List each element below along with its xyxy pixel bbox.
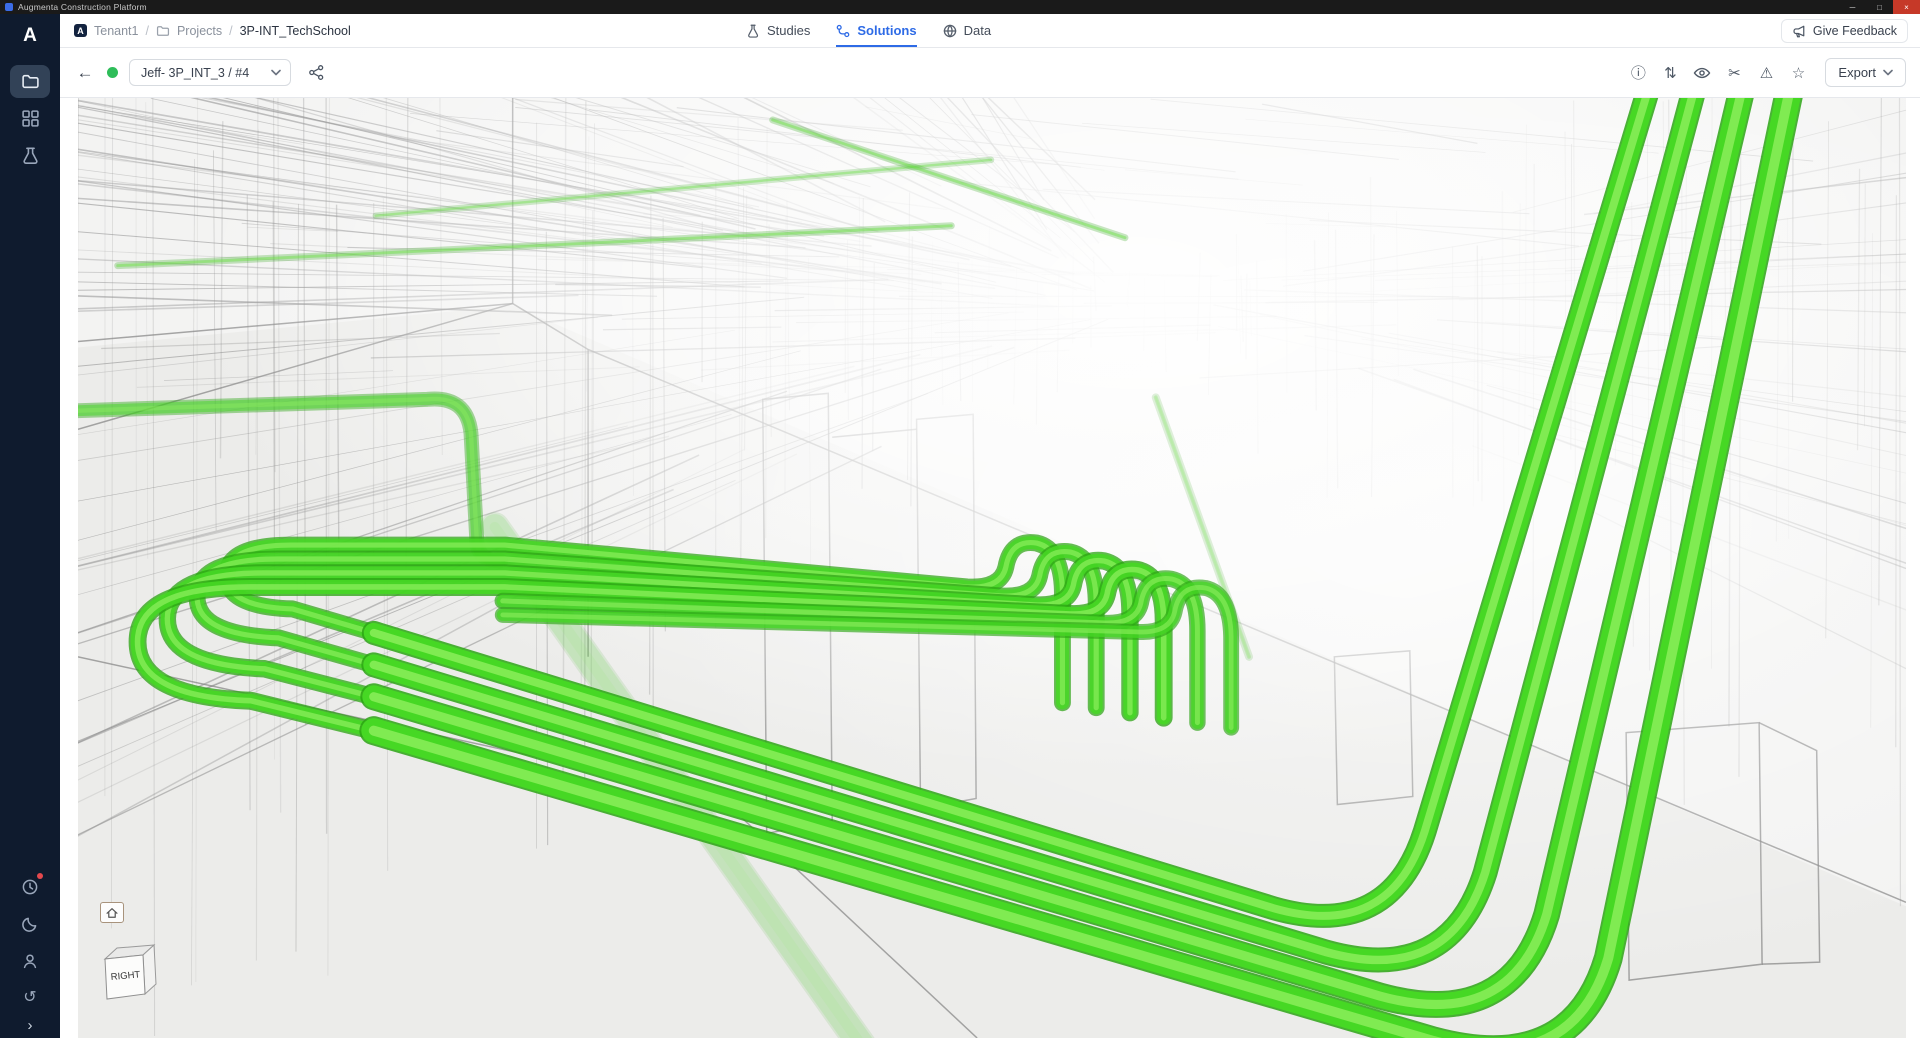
app-window: Augmenta Construction Platform ─ □ × A <box>0 0 1920 1038</box>
issues-button[interactable]: ⚠ <box>1753 60 1779 86</box>
solution-toolbar: ← Jeff- 3P_INT_3 / #4 ⓘ ⇅ <box>60 48 1920 98</box>
solution-selector[interactable]: Jeff- 3P_INT_3 / #4 <box>129 59 291 86</box>
chevron-down-icon <box>271 69 281 76</box>
share-icon <box>308 64 325 81</box>
folder-icon <box>21 72 40 91</box>
window-title: Augmenta Construction Platform <box>18 2 147 12</box>
visibility-button[interactable] <box>1689 60 1715 86</box>
moon-icon <box>21 915 39 933</box>
center-tabs: Studies Solutions Data <box>746 14 991 47</box>
home-icon <box>105 906 119 919</box>
tab-studies[interactable]: Studies <box>746 14 810 47</box>
flask-icon <box>21 146 40 165</box>
export-label: Export <box>1838 65 1876 80</box>
solution-status-dot <box>107 67 118 78</box>
navigation-cube[interactable]: RIGHT <box>96 942 162 1002</box>
info-button[interactable]: ⓘ <box>1625 60 1651 86</box>
breadcrumb-projects[interactable]: Projects <box>177 24 222 38</box>
share-button[interactable] <box>308 64 325 81</box>
section-cut-button[interactable]: ✂ <box>1721 60 1747 86</box>
sidebar-expand-chevron[interactable]: › <box>0 1016 60 1034</box>
data-icon <box>943 24 957 38</box>
3d-viewport[interactable]: RIGHT <box>78 98 1906 1038</box>
home-view-button[interactable] <box>100 902 124 923</box>
brand-logo: A <box>23 21 37 51</box>
breadcrumb-tenant[interactable]: Tenant1 <box>94 24 138 38</box>
compare-button[interactable]: ⇅ <box>1657 60 1683 86</box>
tab-solutions-label: Solutions <box>857 23 916 38</box>
notification-badge <box>37 873 43 879</box>
grid-icon <box>21 109 40 128</box>
sidebar-item-account[interactable] <box>10 944 50 977</box>
tenant-logo-icon: A <box>74 24 87 37</box>
tab-data[interactable]: Data <box>943 14 991 47</box>
chevron-down-icon <box>1883 69 1893 76</box>
favorite-button[interactable]: ☆ <box>1785 60 1811 86</box>
sidebar: A <box>0 14 60 1038</box>
close-button[interactable]: × <box>1893 0 1920 14</box>
tab-data-label: Data <box>964 23 991 38</box>
megaphone-icon <box>1792 24 1806 38</box>
breadcrumb: A Tenant1 / Projects / 3P-INT_TechSchool <box>60 24 351 38</box>
studies-icon <box>746 24 760 38</box>
sidebar-item-history[interactable]: ↺ <box>10 981 50 1014</box>
maximize-button[interactable]: □ <box>1866 0 1893 14</box>
breadcrumb-separator: / <box>145 24 148 38</box>
minimize-button[interactable]: ─ <box>1839 0 1866 14</box>
tab-solutions[interactable]: Solutions <box>836 14 916 47</box>
model-scene <box>78 98 1906 1038</box>
export-button[interactable]: Export <box>1825 58 1906 87</box>
solution-name: Jeff- 3P_INT_3 / #4 <box>141 66 249 80</box>
clock-icon <box>21 878 39 896</box>
sidebar-item-projects[interactable] <box>10 65 50 98</box>
top-navigation: A Tenant1 / Projects / 3P-INT_TechSchool <box>60 14 1920 48</box>
solutions-icon <box>836 24 850 38</box>
sidebar-item-modules[interactable] <box>10 102 50 135</box>
folder-icon <box>156 24 170 38</box>
give-feedback-button[interactable]: Give Feedback <box>1781 19 1908 43</box>
breadcrumb-project-name[interactable]: 3P-INT_TechSchool <box>240 24 351 38</box>
history-icon: ↺ <box>23 990 36 1006</box>
viewer-tools: ⓘ ⇅ ✂ ⚠ ☆ Export <box>1625 58 1906 87</box>
viewport-container: RIGHT <box>60 98 1920 1038</box>
eye-icon <box>1693 64 1711 82</box>
user-icon <box>21 952 39 970</box>
back-button[interactable]: ← <box>74 63 96 83</box>
app-icon <box>5 3 13 11</box>
breadcrumb-separator: / <box>229 24 232 38</box>
window-controls: ─ □ × <box>1839 0 1920 14</box>
tab-studies-label: Studies <box>767 23 810 38</box>
sidebar-item-activity[interactable] <box>10 870 50 903</box>
main-area: A Tenant1 / Projects / 3P-INT_TechSchool <box>60 14 1920 1038</box>
sidebar-item-studies[interactable] <box>10 139 50 172</box>
give-feedback-label: Give Feedback <box>1813 24 1897 38</box>
sidebar-item-theme[interactable] <box>10 907 50 940</box>
os-titlebar: Augmenta Construction Platform ─ □ × <box>0 0 1920 14</box>
